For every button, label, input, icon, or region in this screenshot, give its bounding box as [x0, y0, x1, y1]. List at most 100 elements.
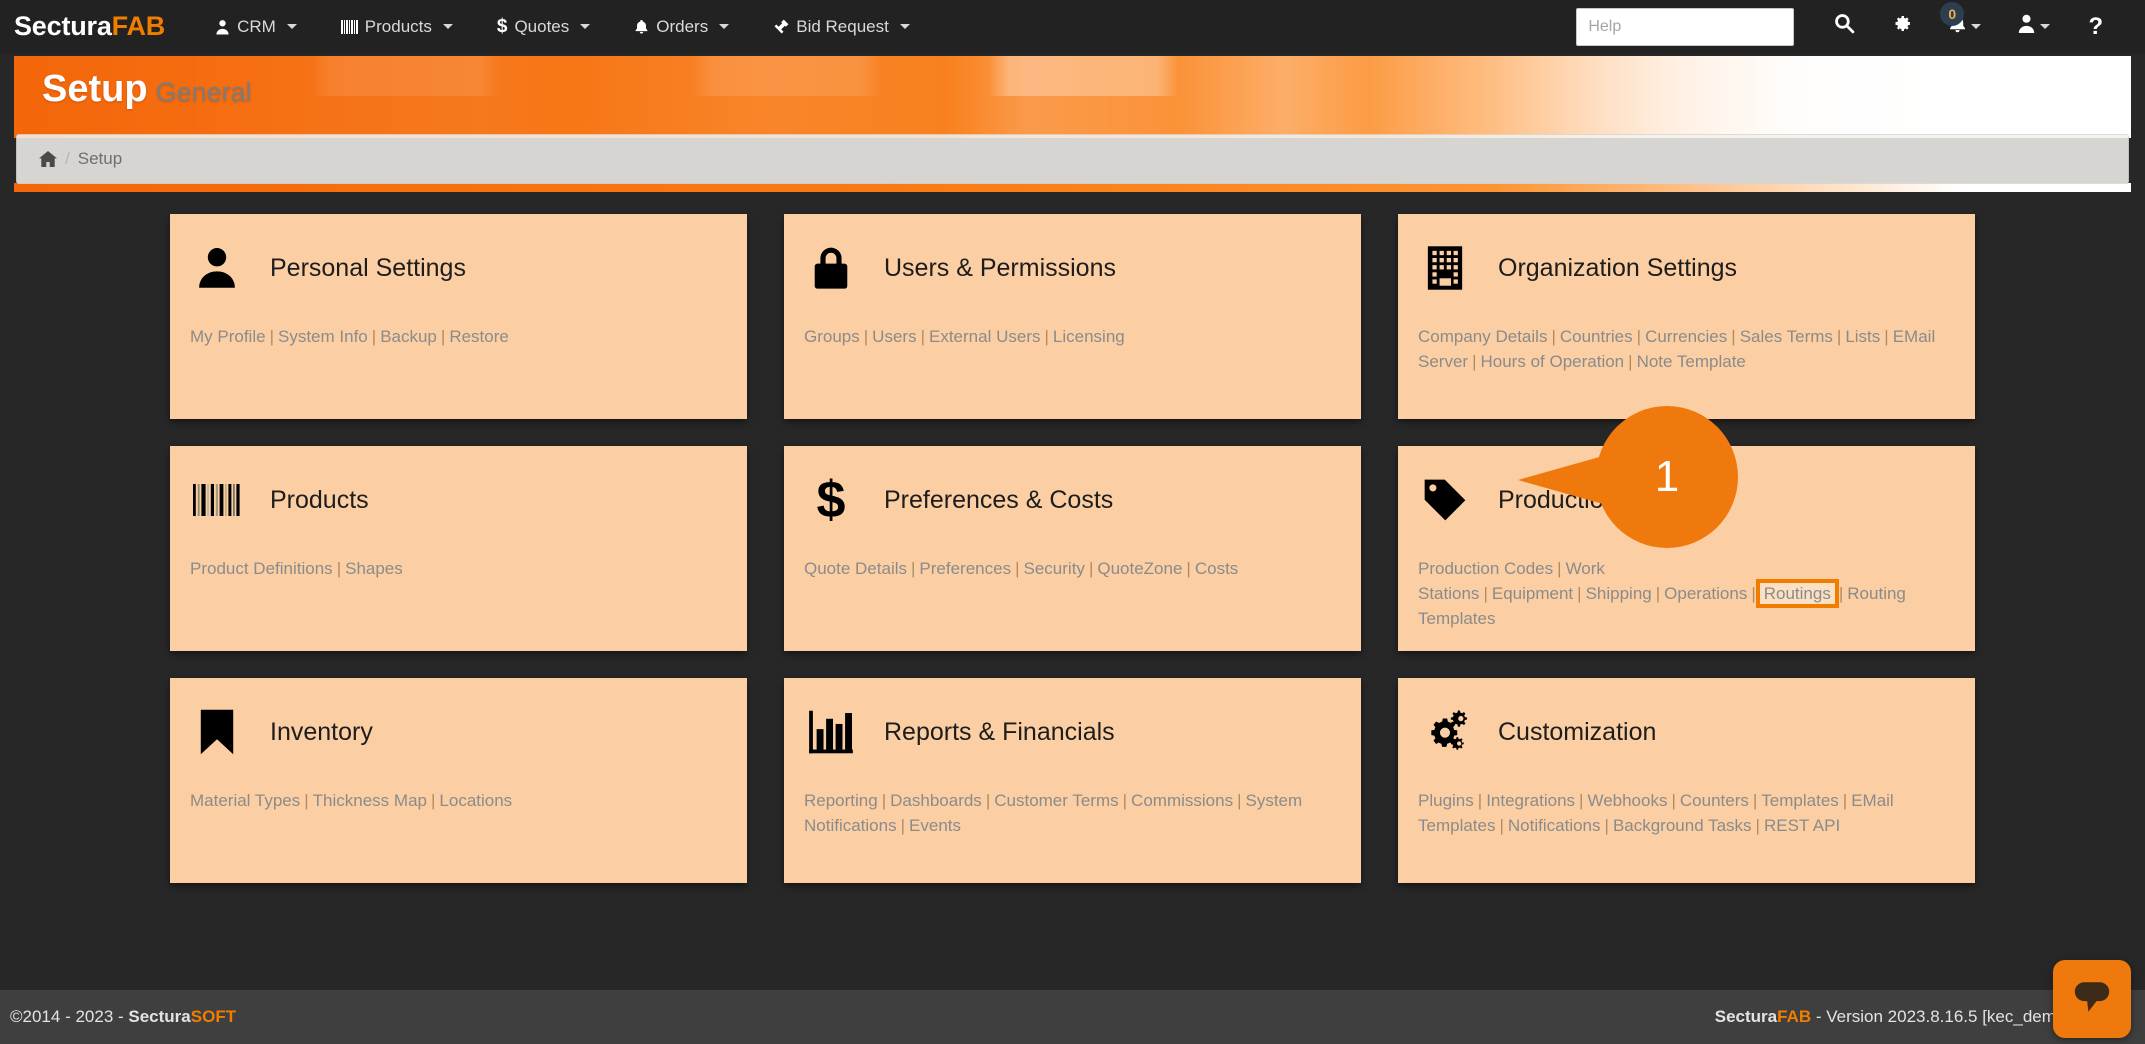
- brand-logo-prefix: Sectura: [14, 11, 112, 41]
- chat-widget-button[interactable]: [2053, 960, 2131, 1038]
- link-costs[interactable]: Costs: [1195, 559, 1238, 578]
- nav-item-quotes[interactable]: $ Quotes: [475, 10, 612, 44]
- card-links: Company Details|Countries|Currencies|Sal…: [1418, 324, 1955, 374]
- link-external-users[interactable]: External Users: [929, 327, 1040, 346]
- nav-item-orders[interactable]: Orders: [612, 11, 751, 43]
- link-separator: |: [864, 327, 868, 346]
- link-quotezone[interactable]: QuoteZone: [1097, 559, 1182, 578]
- link-quote-details[interactable]: Quote Details: [804, 559, 907, 578]
- breadcrumb-item-setup[interactable]: Setup: [78, 149, 122, 169]
- link-counters[interactable]: Counters: [1680, 791, 1749, 810]
- home-icon[interactable]: [39, 151, 57, 167]
- gears-icon: [1418, 708, 1472, 756]
- link-currencies[interactable]: Currencies: [1645, 327, 1727, 346]
- link-sales-terms[interactable]: Sales Terms: [1740, 327, 1833, 346]
- link-reporting[interactable]: Reporting: [804, 791, 878, 810]
- lock-icon: [804, 244, 858, 292]
- card-personal-settings[interactable]: Personal Settings My Profile|System Info…: [170, 214, 747, 419]
- link-background-tasks[interactable]: Background Tasks: [1613, 816, 1752, 835]
- page-title: SetupGeneral: [42, 68, 252, 111]
- help-search-input[interactable]: [1576, 8, 1794, 46]
- link-separator: |: [1123, 791, 1127, 810]
- link-shipping[interactable]: Shipping: [1586, 584, 1652, 603]
- breadcrumb: / Setup: [16, 134, 2129, 184]
- main-menu: CRM Products $ Quotes Orders Bid: [193, 10, 932, 44]
- notifications-button[interactable]: 0: [1930, 8, 1999, 46]
- search-button[interactable]: [1816, 7, 1873, 46]
- user-menu-button[interactable]: [1999, 8, 2068, 45]
- link-security[interactable]: Security: [1024, 559, 1085, 578]
- card-products[interactable]: Products Product Definitions|Shapes: [170, 446, 747, 651]
- card-reports-financials[interactable]: Reports & Financials Reporting|Dashboard…: [784, 678, 1361, 883]
- link-backup[interactable]: Backup: [380, 327, 437, 346]
- link-thickness-map[interactable]: Thickness Map: [313, 791, 427, 810]
- building-icon: [1418, 244, 1472, 292]
- link-routings[interactable]: Routings: [1760, 583, 1835, 604]
- link-separator: |: [1756, 816, 1760, 835]
- card-header: Users & Permissions: [804, 240, 1341, 296]
- link-company-details[interactable]: Company Details: [1418, 327, 1547, 346]
- link-templates[interactable]: Templates: [1761, 791, 1838, 810]
- link-separator: |: [1015, 559, 1019, 578]
- link-webhooks[interactable]: Webhooks: [1587, 791, 1667, 810]
- link-events[interactable]: Events: [909, 816, 961, 835]
- nav-item-products[interactable]: Products: [319, 11, 475, 43]
- card-inventory[interactable]: Inventory Material Types|Thickness Map|L…: [170, 678, 747, 883]
- footer-copyright: ©2014 - 2023 - SecturaSOFT: [10, 1007, 236, 1027]
- link-operations[interactable]: Operations: [1664, 584, 1747, 603]
- link-users[interactable]: Users: [872, 327, 916, 346]
- link-separator: |: [1605, 816, 1609, 835]
- link-production-codes[interactable]: Production Codes: [1418, 559, 1553, 578]
- card-header: Personal Settings: [190, 240, 727, 296]
- card-production[interactable]: Production Production Codes|Work Station…: [1398, 446, 1975, 651]
- link-notifications[interactable]: Notifications: [1508, 816, 1601, 835]
- link-customer-terms[interactable]: Customer Terms: [994, 791, 1118, 810]
- card-title: Products: [270, 486, 369, 515]
- link-product-definitions[interactable]: Product Definitions: [190, 559, 333, 578]
- card-links: My Profile|System Info|Backup|Restore: [190, 324, 727, 349]
- link-integrations[interactable]: Integrations: [1486, 791, 1575, 810]
- link-dashboards[interactable]: Dashboards: [890, 791, 982, 810]
- nav-item-quotes-label: Quotes: [514, 17, 569, 37]
- settings-button[interactable]: [1873, 7, 1930, 46]
- footer-copyright-text: ©2014 - 2023 -: [10, 1007, 128, 1026]
- card-preferences-costs[interactable]: $ Preferences & Costs Quote Details|Pref…: [784, 446, 1361, 651]
- breadcrumb-separator: /: [65, 149, 70, 169]
- link-countries[interactable]: Countries: [1560, 327, 1633, 346]
- user-icon: [2017, 14, 2036, 39]
- link-system-info[interactable]: System Info: [278, 327, 368, 346]
- link-locations[interactable]: Locations: [439, 791, 512, 810]
- link-lists[interactable]: Lists: [1845, 327, 1880, 346]
- link-restore[interactable]: Restore: [449, 327, 509, 346]
- nav-item-crm-label: CRM: [237, 17, 276, 37]
- brand-logo[interactable]: SecturaFAB: [14, 11, 165, 42]
- link-commissions[interactable]: Commissions: [1131, 791, 1233, 810]
- link-material-types[interactable]: Material Types: [190, 791, 300, 810]
- card-users-permissions[interactable]: Users & Permissions Groups|Users|Externa…: [784, 214, 1361, 419]
- card-customization[interactable]: Customization Plugins|Integrations|Webho…: [1398, 678, 1975, 883]
- link-equipment[interactable]: Equipment: [1492, 584, 1573, 603]
- link-groups[interactable]: Groups: [804, 327, 860, 346]
- link-separator: |: [1499, 816, 1503, 835]
- nav-item-bid-request[interactable]: Bid Request: [751, 11, 932, 43]
- dollar-icon: $: [497, 16, 508, 38]
- card-links: Reporting|Dashboards|Customer Terms|Comm…: [804, 788, 1341, 838]
- link-rest-api[interactable]: REST API: [1764, 816, 1840, 835]
- nav-item-crm[interactable]: CRM: [193, 11, 319, 43]
- link-plugins[interactable]: Plugins: [1418, 791, 1474, 810]
- card-title: Production: [1498, 486, 1618, 515]
- footer-brand-accent: SOFT: [191, 1007, 236, 1026]
- link-separator: |: [1478, 791, 1482, 810]
- link-my-profile[interactable]: My Profile: [190, 327, 266, 346]
- link-note-template[interactable]: Note Template: [1637, 352, 1746, 371]
- help-button[interactable]: ?: [2068, 7, 2123, 47]
- link-licensing[interactable]: Licensing: [1053, 327, 1125, 346]
- link-separator: |: [1839, 584, 1843, 603]
- link-separator: |: [1551, 327, 1555, 346]
- card-title: Personal Settings: [270, 254, 466, 283]
- link-shapes[interactable]: Shapes: [345, 559, 403, 578]
- card-organization-settings[interactable]: Organization Settings Company Details|Co…: [1398, 214, 1975, 419]
- link-hours-of-operation[interactable]: Hours of Operation: [1481, 352, 1625, 371]
- link-separator: |: [1656, 584, 1660, 603]
- link-preferences[interactable]: Preferences: [919, 559, 1011, 578]
